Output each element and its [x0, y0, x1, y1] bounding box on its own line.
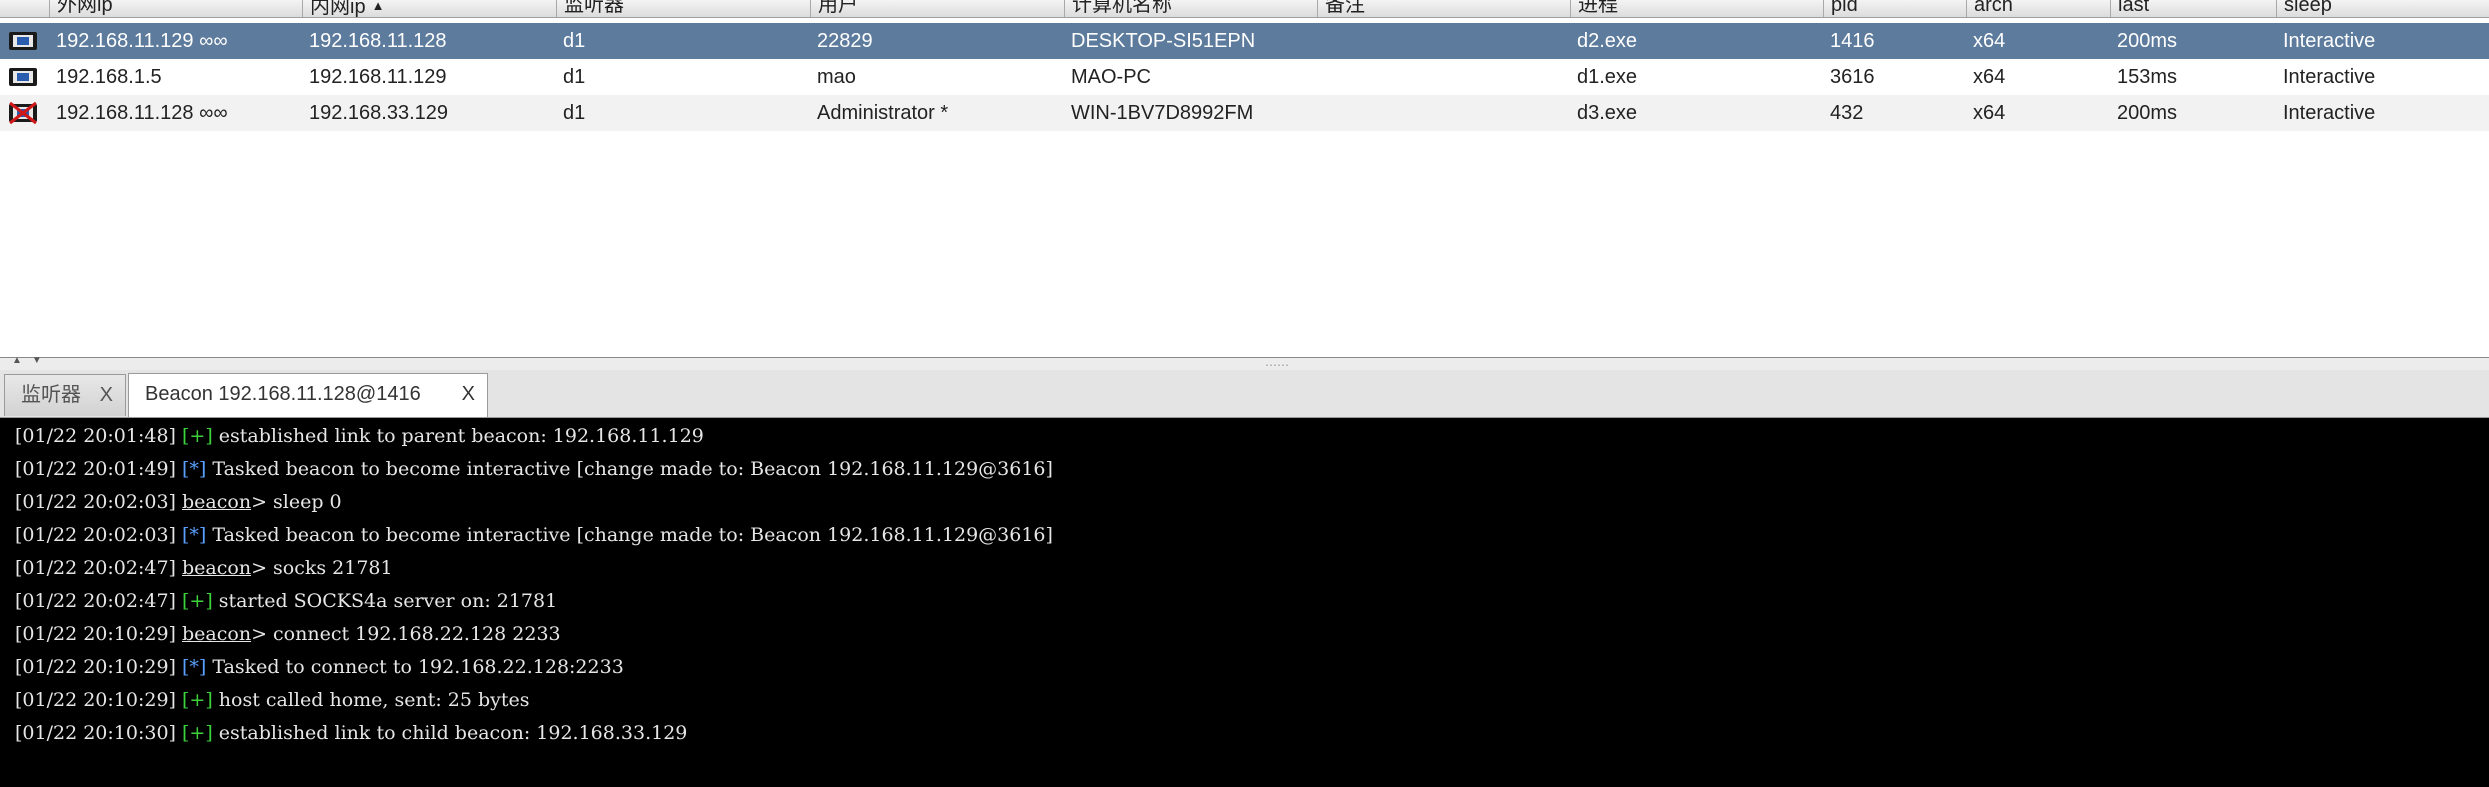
arch-cell: x64: [1973, 30, 2006, 52]
user-cell: mao: [817, 66, 856, 88]
internal-ip-cell: 192.168.11.129: [309, 66, 447, 88]
arch-cell: x64: [1973, 66, 2006, 88]
collapse-arrows-icon[interactable]: ▲▼: [12, 355, 52, 366]
close-icon[interactable]: X: [462, 374, 475, 414]
listener-cell: d1: [563, 102, 586, 124]
sleep-cell: Interactive: [2283, 102, 2376, 124]
console-line: [01/22 20:01:48] [+] established link to…: [15, 425, 704, 447]
last-cell: 153ms: [2117, 66, 2178, 88]
beacon-prompt: beacon: [182, 623, 252, 645]
process-cell: d2.exe: [1577, 30, 1638, 52]
column-header-note[interactable]: 备注: [1317, 0, 1570, 17]
pane-splitter[interactable]: ▲▼ ⋯⋯: [0, 355, 2489, 372]
console-line: [01/22 20:10:30] [+] established link to…: [15, 722, 688, 744]
user-cell: 22829: [817, 30, 873, 52]
computer-cell: MAO-PC: [1071, 66, 1151, 88]
beacon-prompt: beacon: [182, 491, 252, 513]
listener-cell: d1: [563, 30, 586, 52]
external-ip-cell: 192.168.11.128 ∞∞: [56, 102, 228, 124]
listener-cell: d1: [563, 66, 586, 88]
last-cell: 200ms: [2117, 30, 2178, 52]
sleep-cell: Interactive: [2283, 30, 2376, 52]
note-cell: [1317, 23, 1324, 59]
tab-label: Beacon 192.168.11.128@1416: [145, 383, 421, 405]
column-header-process[interactable]: 进程: [1570, 0, 1823, 17]
console-line: [01/22 20:02:47] beacon> socks 21781: [15, 557, 393, 579]
console-line: [01/22 20:10:29] [+] host called home, s…: [15, 689, 530, 711]
column-header-last[interactable]: last: [2110, 0, 2276, 17]
beacon-console-output[interactable]: [01/22 20:01:48] [+] established link to…: [0, 418, 2489, 787]
console-line: [01/22 20:02:03] [*] Tasked beacon to be…: [15, 524, 1053, 546]
console-line: [01/22 20:02:03] beacon> sleep 0: [15, 491, 342, 513]
computer-cell: WIN-1BV7D8992FM: [1071, 102, 1254, 124]
sort-ascending-icon: ▲: [371, 0, 385, 13]
console-line: [01/22 20:10:29] [*] Tasked to connect t…: [15, 656, 624, 678]
sleep-cell: Interactive: [2283, 66, 2376, 88]
admin-beacon-icon: [9, 101, 37, 125]
column-header-pid[interactable]: pid: [1823, 0, 1966, 17]
console-line: [01/22 20:01:49] [*] Tasked beacon to be…: [15, 458, 1053, 480]
column-header-arch[interactable]: arch: [1966, 0, 2110, 17]
column-header-external-ip[interactable]: 外网ip: [49, 0, 302, 17]
column-header-internal-ip[interactable]: 内网ip ▲: [302, 0, 556, 17]
tab-beacon-console[interactable]: Beacon 192.168.11.128@1416 X: [128, 373, 488, 417]
note-cell: [1317, 95, 1324, 131]
arch-cell: x64: [1973, 102, 2006, 124]
table-header: 外网ip 内网ip ▲ 监听器 用户 计算机名称 备注 进程 pid arch l…: [0, 0, 2489, 18]
note-cell: [1317, 59, 1324, 95]
user-cell: Administrator *: [817, 102, 949, 124]
table-row[interactable]: 192.168.1.5 192.168.11.129 d1 mao MAO-PC…: [0, 59, 2489, 95]
process-cell: d3.exe: [1577, 102, 1638, 124]
table-row[interactable]: 192.168.11.128 ∞∞ 192.168.33.129 d1 Admi…: [0, 95, 2489, 131]
beacon-icon: [9, 32, 37, 50]
internal-ip-cell: 192.168.33.129: [309, 102, 449, 124]
tab-listeners[interactable]: 监听器 X: [4, 374, 126, 416]
pid-cell: 3616: [1830, 66, 1875, 88]
console-line: [01/22 20:10:29] beacon> connect 192.168…: [15, 623, 561, 645]
beacon-prompt: beacon: [182, 557, 252, 579]
column-header-user[interactable]: 用户: [810, 0, 1064, 17]
external-ip-cell: 192.168.1.5: [56, 66, 162, 88]
table-row[interactable]: 192.168.11.129 ∞∞ 192.168.11.128 d1 2282…: [0, 23, 2489, 59]
console-line: [01/22 20:02:47] [+] started SOCKS4a ser…: [15, 590, 558, 612]
pid-cell: 432: [1830, 102, 1864, 124]
column-header-sleep[interactable]: sleep: [2276, 0, 2489, 17]
computer-cell: DESKTOP-SI51EPN: [1071, 30, 1256, 52]
pid-cell: 1416: [1830, 30, 1875, 52]
internal-ip-cell: 192.168.11.128: [309, 30, 447, 52]
session-table: 外网ip 内网ip ▲ 监听器 用户 计算机名称 备注 进程 pid arch l…: [0, 0, 2489, 358]
column-header-computer[interactable]: 计算机名称: [1064, 0, 1317, 17]
tab-bar: 监听器 X Beacon 192.168.11.128@1416 X: [0, 370, 2489, 418]
process-cell: d1.exe: [1577, 66, 1638, 88]
close-icon[interactable]: X: [100, 375, 113, 415]
beacon-icon: [9, 68, 37, 86]
tab-label: 监听器: [21, 384, 81, 406]
last-cell: 200ms: [2117, 102, 2178, 124]
external-ip-cell: 192.168.11.129 ∞∞: [56, 30, 228, 52]
column-header-listener[interactable]: 监听器: [556, 0, 810, 17]
